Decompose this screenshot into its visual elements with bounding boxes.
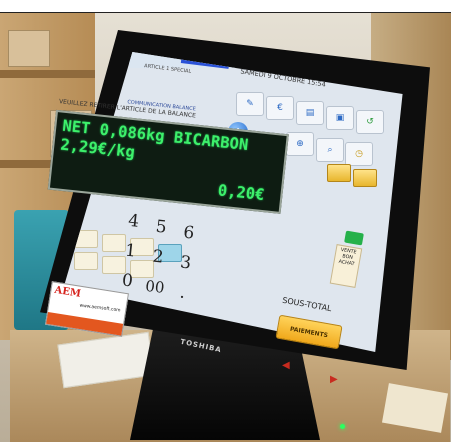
search-icon[interactable]: ⌕ [316, 138, 344, 162]
key-decimal[interactable]: . [168, 279, 196, 306]
lcd-total-price: 0,20€ [216, 181, 266, 205]
top-border [0, 0, 451, 13]
sticker-url: www.aemsoft.com [79, 303, 121, 314]
key-1[interactable]: 1 [116, 238, 144, 265]
key-5[interactable]: 5 [147, 214, 175, 241]
sticker-logo: AEM [53, 284, 82, 300]
key-3[interactable]: 3 [171, 250, 199, 277]
key-00[interactable]: 00 [141, 274, 169, 301]
register-icon[interactable]: ▤ [296, 101, 324, 125]
key-6[interactable]: 6 [175, 220, 203, 247]
function-tile[interactable] [327, 164, 351, 182]
crate [8, 30, 50, 67]
power-led [340, 424, 345, 429]
right-arrow-icon[interactable]: ▶ [330, 374, 338, 385]
key-2[interactable]: 2 [144, 244, 172, 271]
photo-scene: ARTICLE 1 SPECIAL SAMEDI 9 OCTOBRE 15:54… [0, 0, 451, 442]
key-4[interactable]: 4 [119, 208, 147, 235]
shelf-board [0, 70, 95, 78]
key-0[interactable]: 0 [113, 268, 141, 295]
scale-lcd-display: NET 0,086kg BICARBON 2,29€/kg 0,20€ [47, 109, 289, 214]
function-tile[interactable] [353, 169, 377, 187]
undo-icon[interactable]: ↺ [356, 110, 384, 134]
clock-icon[interactable]: ◷ [345, 142, 373, 166]
product-tile[interactable] [74, 252, 98, 270]
left-arrow-icon[interactable]: ◀ [282, 360, 290, 371]
printer-icon[interactable]: ▣ [326, 106, 354, 130]
cart-icon[interactable]: ⊕ [286, 132, 314, 156]
